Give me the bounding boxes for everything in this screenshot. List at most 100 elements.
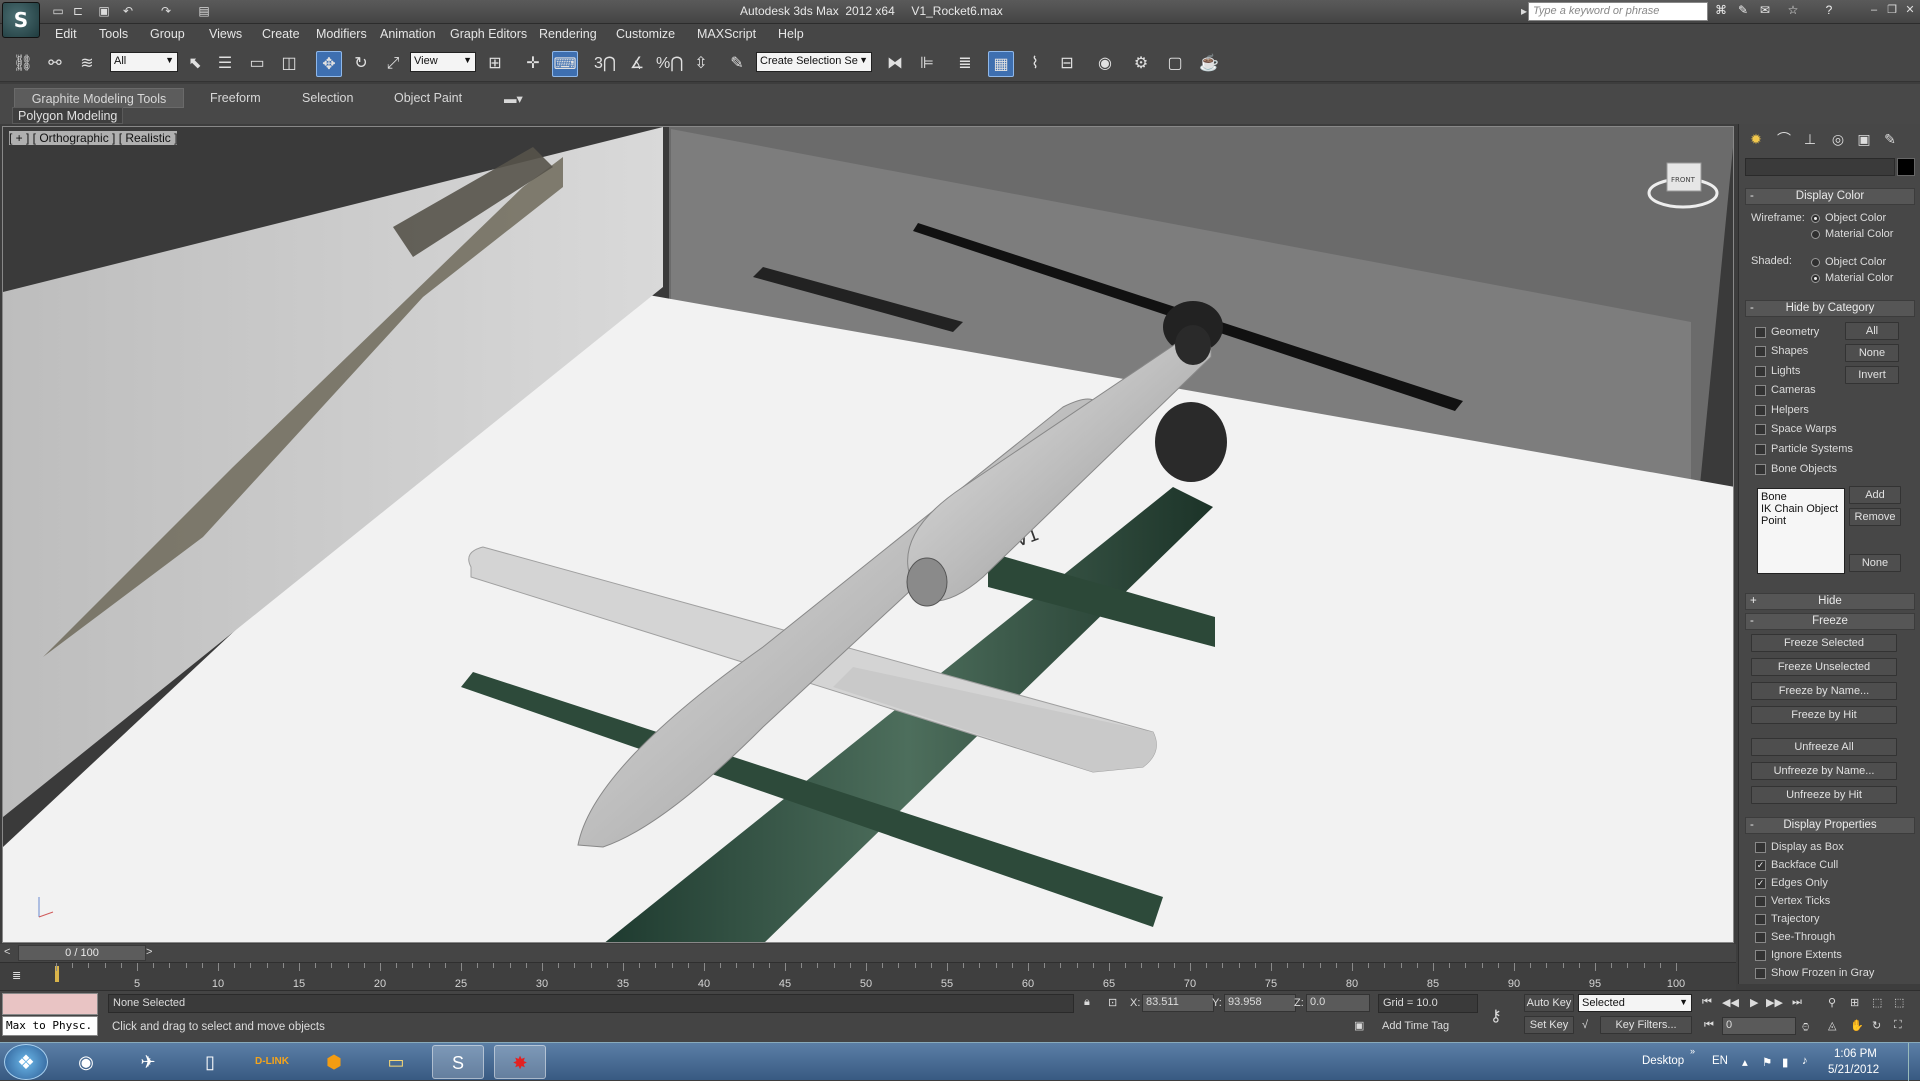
tab-freeform[interactable]: Freeform	[202, 88, 269, 108]
hide-geometry-checkbox[interactable]	[1755, 327, 1766, 338]
maxscript-listener-output[interactable]	[2, 993, 98, 1015]
tray-up-arrow-icon[interactable]: ▴	[1742, 1055, 1748, 1069]
render-production-icon[interactable]: ☕	[1196, 51, 1222, 77]
start-button-icon[interactable]: ❖	[4, 1044, 48, 1080]
select-object-icon[interactable]: ⬉	[182, 51, 208, 77]
menu-group[interactable]: Group	[150, 27, 185, 41]
show-desktop-button[interactable]	[1908, 1043, 1920, 1081]
invert-button[interactable]: Invert	[1845, 366, 1899, 384]
selection-lock-icon[interactable]: 🔒︎	[1084, 996, 1090, 1009]
tab-selection[interactable]: Selection	[294, 88, 361, 108]
z-coordinate-field[interactable]: 0.0	[1306, 994, 1370, 1012]
polygon-modeling-panel[interactable]: Polygon Modeling	[12, 107, 124, 124]
object-name-field[interactable]	[1745, 158, 1895, 176]
help-icon[interactable]: ?	[1820, 3, 1838, 19]
show-frozen-in-gray-checkbox[interactable]	[1755, 968, 1766, 979]
menu-tools[interactable]: Tools	[99, 27, 128, 41]
language-indicator[interactable]: EN	[1712, 1055, 1728, 1067]
freeze-unselected-button[interactable]: Freeze Unselected	[1751, 658, 1897, 676]
menu-rendering[interactable]: Rendering	[539, 27, 597, 41]
goto-start-icon[interactable]: ⏮	[1702, 996, 1712, 1009]
create-tab-icon[interactable]: ✹	[1745, 128, 1767, 150]
set-key-button[interactable]: Set Key	[1524, 1016, 1574, 1034]
none-button[interactable]: None	[1845, 344, 1899, 362]
display-tab-icon[interactable]: ▣	[1853, 128, 1875, 150]
category-list[interactable]: Bone IK Chain Object Point	[1757, 488, 1845, 574]
edit-named-selection-icon[interactable]: ✎	[724, 51, 750, 77]
absolute-mode-icon[interactable]: ⊡	[1108, 996, 1117, 1009]
shaded-object-color-radio[interactable]	[1811, 258, 1820, 267]
material-editor-icon[interactable]: ◉	[1092, 51, 1118, 77]
add-button[interactable]: Add	[1849, 486, 1901, 504]
all-button[interactable]: All	[1845, 322, 1899, 340]
volume-icon[interactable]: ♪	[1802, 1055, 1808, 1067]
menu-maxscript[interactable]: MAXScript	[697, 27, 756, 41]
dlink-icon[interactable]: D-LINK	[246, 1045, 298, 1079]
see-through-checkbox[interactable]	[1755, 932, 1766, 943]
play-icon[interactable]: ▶	[1750, 996, 1758, 1009]
wireframe-object-color-radio[interactable]	[1811, 214, 1820, 223]
align-icon[interactable]: ⊫	[914, 51, 940, 77]
open-file-icon[interactable]: ⊏	[70, 4, 86, 18]
search-input[interactable]: Type a keyword or phrase	[1528, 2, 1708, 21]
hide-cameras-checkbox[interactable]	[1755, 385, 1766, 396]
undo-icon[interactable]: ↶	[120, 4, 136, 18]
select-and-move-icon[interactable]: ✥	[316, 51, 342, 77]
time-prev-icon[interactable]: <	[4, 946, 10, 958]
maxscript-listener-input[interactable]: Max to Physc.	[2, 1016, 98, 1036]
trajectory-checkbox[interactable]	[1755, 914, 1766, 925]
menu-customize[interactable]: Customize	[616, 27, 675, 41]
time-slider-thumb[interactable]: 0 / 100	[18, 945, 146, 961]
rollout-hide-by-category[interactable]: - Hide by Category	[1745, 300, 1915, 317]
x-coordinate-field[interactable]: 83.511	[1142, 994, 1214, 1012]
subscription-icon[interactable]: ✎	[1734, 3, 1752, 19]
app-menu-button[interactable]: S	[2, 2, 40, 38]
new-file-icon[interactable]: ▭	[50, 4, 66, 18]
select-and-scale-icon[interactable]: ⤢	[380, 51, 406, 77]
snaps-toggle-icon[interactable]: 3⋂	[592, 51, 618, 77]
ignore-extents-checkbox[interactable]	[1755, 950, 1766, 961]
zoom-extents-icon[interactable]: ⬚	[1872, 996, 1882, 1009]
graphite-tools-toggle-icon[interactable]: ▦	[988, 51, 1014, 77]
menu-create[interactable]: Create	[262, 27, 300, 41]
current-frame-field[interactable]: 0	[1722, 1017, 1796, 1035]
clock-date[interactable]: 5/21/2012	[1828, 1064, 1879, 1076]
rollout-hide[interactable]: + Hide	[1745, 593, 1915, 610]
pan-icon[interactable]: ✋	[1850, 1019, 1864, 1032]
list-item[interactable]: Bone	[1761, 491, 1841, 503]
orbit-icon[interactable]: ↻	[1872, 1019, 1881, 1032]
perspective-viewport[interactable]: [ + ] [ Orthographic ] [ Realistic ] V1 …	[2, 126, 1734, 943]
hide-helpers-checkbox[interactable]	[1755, 405, 1766, 416]
hierarchy-tab-icon[interactable]: ⊥	[1799, 128, 1821, 150]
menu-views[interactable]: Views	[209, 27, 242, 41]
auto-key-button[interactable]: Auto Key	[1524, 994, 1574, 1012]
network-icon[interactable]: ▮	[1782, 1055, 1788, 1069]
spinner-snap-icon[interactable]: ⇳	[688, 51, 714, 77]
select-and-rotate-icon[interactable]: ↻	[348, 51, 374, 77]
rollout-freeze[interactable]: - Freeze	[1745, 613, 1915, 630]
clock-time[interactable]: 1:06 PM	[1834, 1048, 1877, 1060]
layer-manager-icon[interactable]: ≣	[952, 51, 978, 77]
select-by-name-icon[interactable]: ☰	[212, 51, 238, 77]
field-of-view-icon[interactable]: ◬	[1828, 1019, 1836, 1032]
thunderbird-icon[interactable]: ✈	[122, 1045, 174, 1079]
chrome-icon[interactable]: ◉	[60, 1045, 112, 1079]
minimize-icon[interactable]: –	[1866, 3, 1882, 17]
key-filters-button[interactable]: Key Filters...	[1600, 1016, 1692, 1034]
hide-shapes-checkbox[interactable]	[1755, 346, 1766, 357]
action-center-flag-icon[interactable]: ⚑	[1762, 1055, 1772, 1069]
keyboard-shortcut-override-icon[interactable]: ⌨	[552, 51, 578, 77]
shaded-material-color-radio[interactable]	[1811, 274, 1820, 283]
named-selection-dropdown[interactable]: Create Selection Se ▼	[756, 52, 872, 72]
favorites-star-icon[interactable]: ☆	[1784, 3, 1802, 19]
selection-filter-dropdown[interactable]: All ▼	[110, 52, 178, 72]
edges-only-checkbox[interactable]: ✓	[1755, 878, 1766, 889]
remove-button[interactable]: Remove	[1849, 508, 1901, 526]
mini-curve-editor-icon[interactable]: ≣	[12, 969, 21, 982]
object-color-swatch[interactable]	[1897, 158, 1915, 176]
track-bar[interactable]: ≣ 5 10 15 20 25 30 35 40 45 50 55 60 65 70 75 80 85 90 95 1…	[0, 962, 1736, 990]
rendered-frame-window-icon[interactable]: ▢	[1162, 51, 1188, 77]
unfreeze-by-hit-button[interactable]: Unfreeze by Hit	[1751, 786, 1897, 804]
curve-editor-icon[interactable]: ⌇	[1022, 51, 1048, 77]
angle-snap-icon[interactable]: ∡	[624, 51, 650, 77]
